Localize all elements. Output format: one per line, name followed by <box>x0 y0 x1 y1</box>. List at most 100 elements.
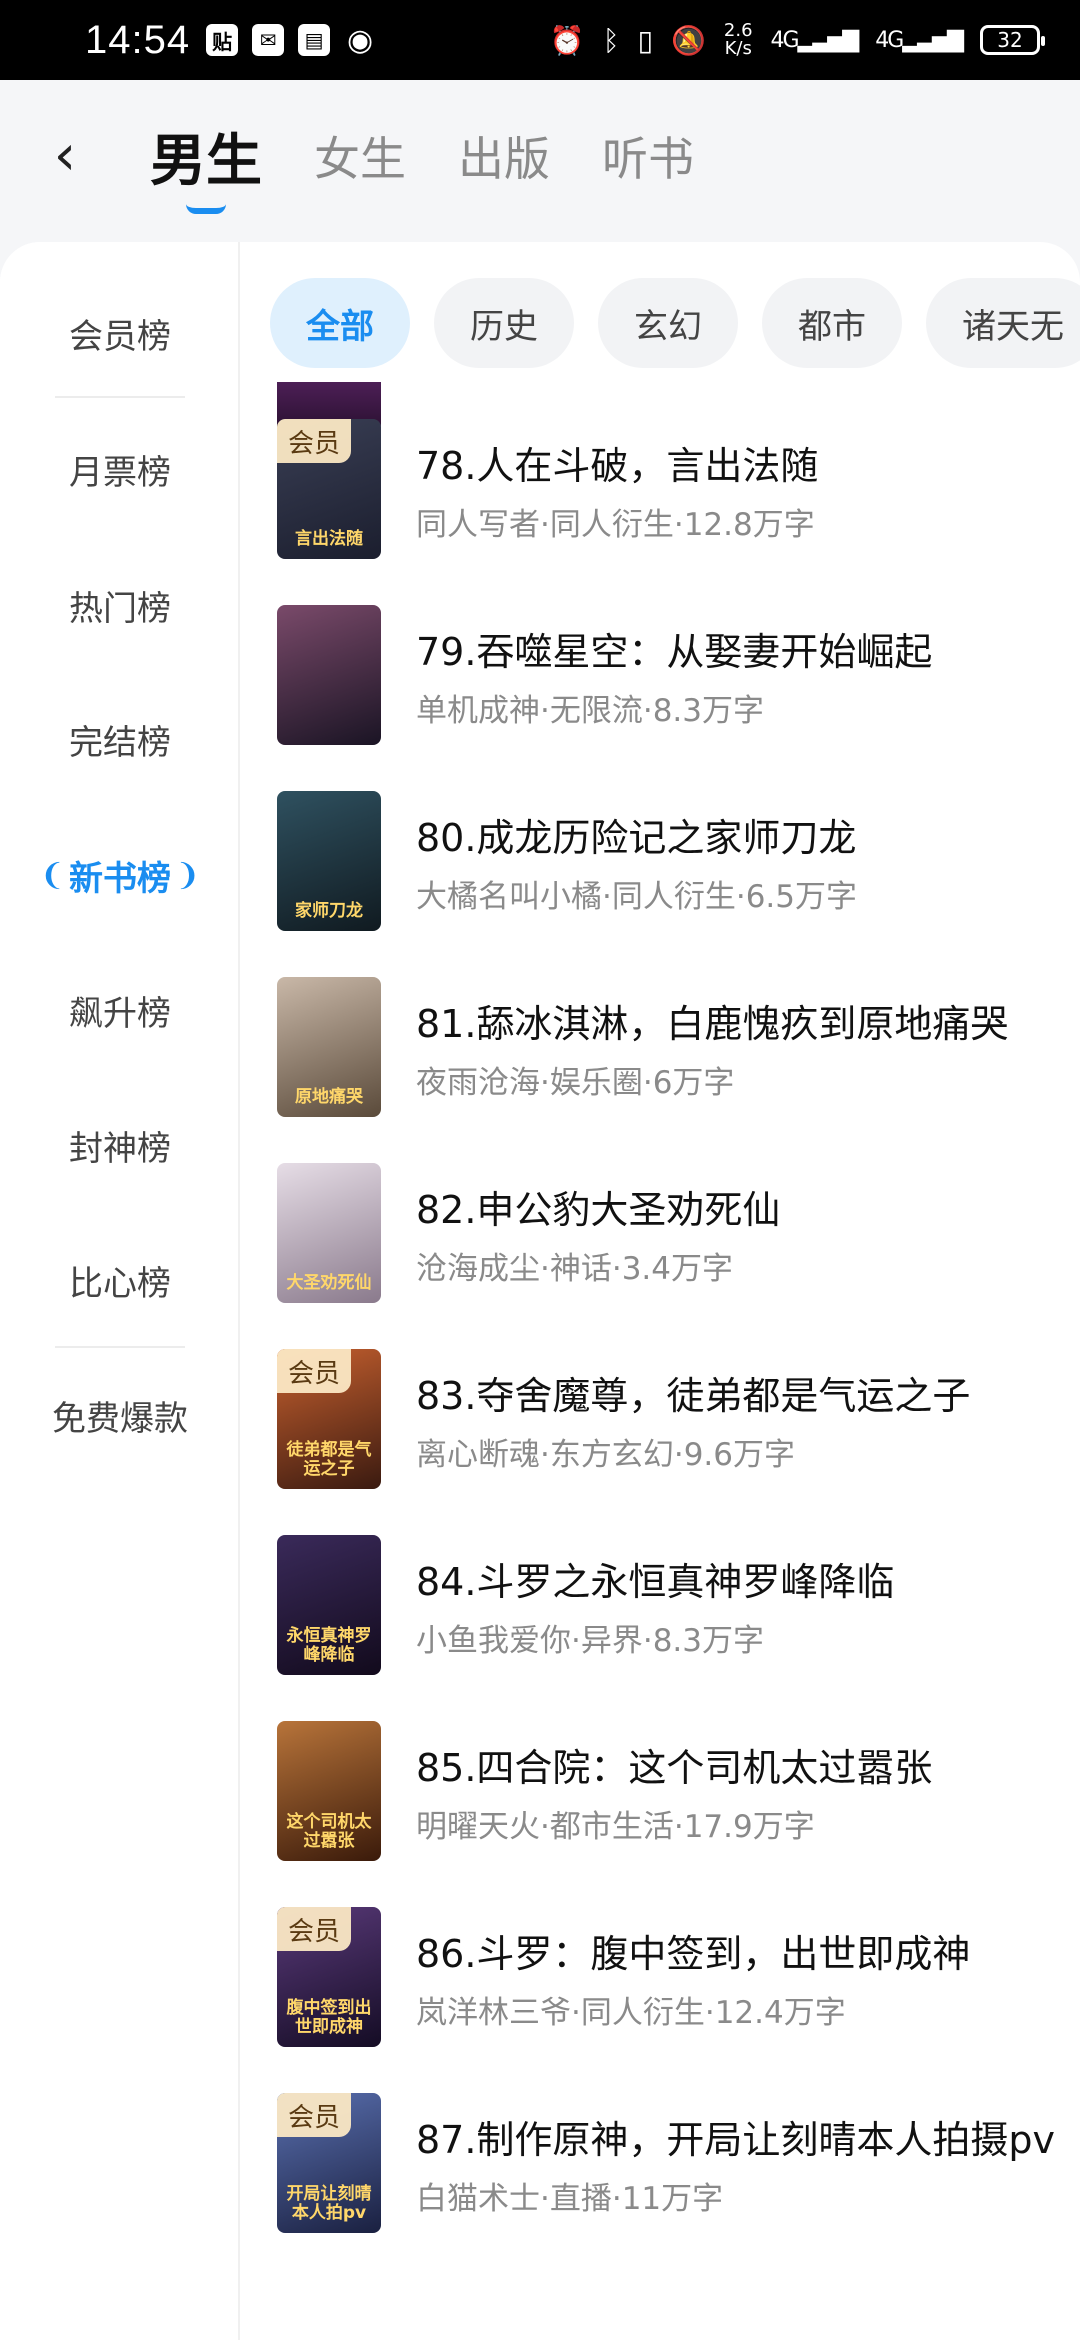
book-title[interactable]: 87.制作原神，开局让刻晴本人拍摄pv <box>416 2109 1066 2164</box>
book-meta: 沧海成尘·神话·3.4万字 <box>416 1251 734 1287</box>
book-title[interactable]: 83.夺舍魔尊，徒弟都是气运之子 <box>416 1365 1066 1420</box>
book-meta: 同人写者·同人衍生·12.8万字 <box>416 507 815 543</box>
chip-label: 历史 <box>470 306 538 347</box>
rank-sidebar: 会员榜 月票榜 热门榜 完结榜 ❨ 新书榜 ❩ 飙升榜 封神榜 比心榜 免费爆款 <box>0 242 240 2340</box>
sidebar-item-heart[interactable]: 比心榜 <box>0 1235 240 1325</box>
eye-icon: ◉ <box>347 22 374 58</box>
header: ‹ 男生 女生 出版 听书 <box>0 80 1080 242</box>
vip-badge: 会员 <box>277 1907 351 1951</box>
tab-audiobook[interactable]: 听书 <box>602 116 694 196</box>
book-title[interactable]: 82.申公豹大圣劝死仙 <box>416 1179 1066 1234</box>
tab-active-indicator <box>186 204 226 214</box>
list-item[interactable]: 开局让刻晴本人拍pv 会员 87.制作原神，开局让刻晴本人拍摄pv 白猫术士·直播·1… <box>240 2093 1080 2243</box>
book-cover[interactable]: 家师刀龙 <box>277 791 381 931</box>
tab-female-label: 女生 <box>314 132 406 186</box>
chip-fantasy[interactable]: 玄幻 <box>598 278 738 368</box>
list-item[interactable]: 大圣劝死仙 82.申公豹大圣劝死仙沧海成尘·神话·3.4万字 <box>240 1163 1080 1313</box>
alarm-icon: ⏰ <box>549 23 585 57</box>
sidebar-item-vip[interactable]: 会员榜 <box>0 288 240 378</box>
chip-multiverse[interactable]: 诸天无 <box>926 278 1080 368</box>
category-chips: 全部 历史 玄幻 都市 诸天无 <box>270 278 1080 368</box>
book-title[interactable]: 79.吞噬星空：从娶妻开始崛起 <box>416 621 1066 676</box>
battery-icon: 32 <box>980 25 1045 55</box>
vip-badge: 会员 <box>277 1349 351 1393</box>
chip-all[interactable]: 全部 <box>270 278 410 368</box>
tab-male-label: 男生 <box>150 128 262 194</box>
book-cover[interactable]: 开局让刻晴本人拍pv 会员 <box>277 2093 381 2233</box>
sidebar-item-label: 会员榜 <box>69 316 171 357</box>
chip-history[interactable]: 历史 <box>434 278 574 368</box>
sidebar-item-label: 比心榜 <box>69 1263 171 1304</box>
sidebar-item-label: 月票榜 <box>69 452 171 493</box>
book-cover[interactable] <box>277 605 381 745</box>
list-item[interactable]: 永恒真神罗峰降临 84.斗罗之永恒真神罗峰降临小鱼我爱你·异界·8.3万字 <box>240 1535 1080 1685</box>
book-cover[interactable]: 永恒真神罗峰降临 <box>277 1535 381 1675</box>
sidebar-item-label: 热门榜 <box>69 588 171 629</box>
bluetooth-icon: ᛒ <box>602 23 620 57</box>
doc-icon: ▤ <box>298 24 331 56</box>
list-item[interactable]: 原地痛哭 81.舔冰淇淋，白鹿愧疚到原地痛哭夜雨沧海·娱乐圈·6万字 <box>240 977 1080 1127</box>
book-cover[interactable]: 原地痛哭 <box>277 977 381 1117</box>
book-title[interactable]: 78.人在斗破，言出法随 <box>416 435 1066 490</box>
cover-title-art: 言出法随 <box>295 529 363 549</box>
signal-1-label: 4G <box>770 27 800 53</box>
vibrate-icon: ▯ <box>637 23 654 57</box>
cover-title-art: 永恒真神罗峰降临 <box>286 1626 372 1665</box>
book-cover[interactable]: 大圣劝死仙 <box>277 1163 381 1303</box>
vip-badge: 会员 <box>277 419 351 463</box>
list-item[interactable]: 徒弟都是气运之子 会员 83.夺舍魔尊，徒弟都是气运之子 离心断魂·东方玄幻·9.6万… <box>240 1349 1080 1499</box>
net-speed: 2.6 K/s <box>724 22 753 58</box>
cover-title-art: 徒弟都是气运之子 <box>286 1440 372 1479</box>
gender-tabs: 男生 女生 出版 听书 <box>150 116 694 214</box>
book-meta: 明曜天火·都市生活·17.9万字 <box>416 1809 815 1845</box>
book-title[interactable]: 85.四合院：这个司机太过嚣张 <box>416 1737 1066 1792</box>
book-cover[interactable]: 腹中签到出世即成神 会员 <box>277 1907 381 2047</box>
book-title[interactable]: 84.斗罗之永恒真神罗峰降临 <box>416 1551 1066 1606</box>
book-meta: 小鱼我爱你·异界·8.3万字 <box>416 1623 765 1659</box>
book-meta: 白猫术士·直播·11万字 <box>416 2181 724 2217</box>
book-cover[interactable]: 言出法随 会员 <box>277 419 381 559</box>
laurel-right-icon: ❩ <box>175 857 201 893</box>
book-title[interactable]: 80.成龙历险记之家师刀龙 <box>416 807 1066 862</box>
cover-title-art: 原地痛哭 <box>295 1087 363 1107</box>
list-item[interactable]: 家师刀龙 80.成龙历险记之家师刀龙大橘名叫小橘·同人衍生·6.5万字 <box>240 791 1080 941</box>
laurel-left-icon: ❨ <box>39 857 65 893</box>
tab-female[interactable]: 女生 <box>314 116 406 196</box>
chip-urban[interactable]: 都市 <box>762 278 902 368</box>
battery-level: 32 <box>997 28 1023 52</box>
book-cover[interactable]: 徒弟都是气运之子 会员 <box>277 1349 381 1489</box>
back-icon: ‹ <box>53 122 77 188</box>
sidebar-item-legend[interactable]: 封神榜 <box>0 1100 240 1190</box>
sidebar-item-free-hits[interactable]: 免费爆款 <box>0 1370 240 1460</box>
sidebar-item-hot[interactable]: 热门榜 <box>0 560 240 650</box>
list-item[interactable]: 这个司机太过嚣张 85.四合院：这个司机太过嚣张明曜天火·都市生活·17.9万字 <box>240 1721 1080 1871</box>
vip-badge: 会员 <box>277 2093 351 2137</box>
book-cover[interactable]: 这个司机太过嚣张 <box>277 1721 381 1861</box>
chip-label: 诸天无 <box>962 306 1064 347</box>
list-item[interactable]: 言出法随 会员 78.人在斗破，言出法随同人写者·同人衍生·12.8万字 <box>240 419 1080 569</box>
cover-title-art: 这个司机太过嚣张 <box>286 1812 372 1851</box>
sidebar-item-rising[interactable]: 飙升榜 <box>0 965 240 1055</box>
tab-publish-label: 出版 <box>458 132 550 186</box>
sidebar-item-completed[interactable]: 完结榜 <box>0 694 240 784</box>
tab-male[interactable]: 男生 <box>150 116 262 214</box>
book-title[interactable]: 81.舔冰淇淋，白鹿愧疚到原地痛哭 <box>416 993 1066 1048</box>
sidebar-item-new-books[interactable]: ❨ 新书榜 ❩ <box>0 830 240 920</box>
book-meta: 大橘名叫小橘·同人衍生·6.5万字 <box>416 879 858 915</box>
cover-title-art: 家师刀龙 <box>295 901 363 921</box>
sidebar-item-monthly-ticket[interactable]: 月票榜 <box>0 424 240 514</box>
book-meta: 单机成神·无限流·8.3万字 <box>416 693 765 729</box>
signal-1-icon: 4G▂▃▅▇ <box>770 27 860 53</box>
net-speed-unit: K/s <box>724 38 752 59</box>
list-item[interactable]: 腹中签到出世即成神 会员 86.斗罗：腹中签到，出世即成神 岚洋林三爷·同人衍生·12… <box>240 1907 1080 2057</box>
book-list[interactable]: 言出法随 会员 78.人在斗破，言出法随 同人写者·同人衍生·12.8万字 79.吞噬星… <box>240 382 1080 2340</box>
sidebar-item-label: 飙升榜 <box>69 993 171 1034</box>
back-button[interactable]: ‹ <box>40 120 90 190</box>
list-item[interactable]: 79.吞噬星空：从娶妻开始崛起单机成神·无限流·8.3万字 <box>240 605 1080 755</box>
book-meta: 夜雨沧海·娱乐圈·6万字 <box>416 1065 735 1101</box>
tab-publish[interactable]: 出版 <box>458 116 550 196</box>
book-title[interactable]: 86.斗罗：腹中签到，出世即成神 <box>416 1923 1066 1978</box>
cover-title-art: 腹中签到出世即成神 <box>286 1998 372 2037</box>
sidebar-item-label: 免费爆款 <box>52 1398 188 1439</box>
chip-label: 全部 <box>306 306 374 347</box>
